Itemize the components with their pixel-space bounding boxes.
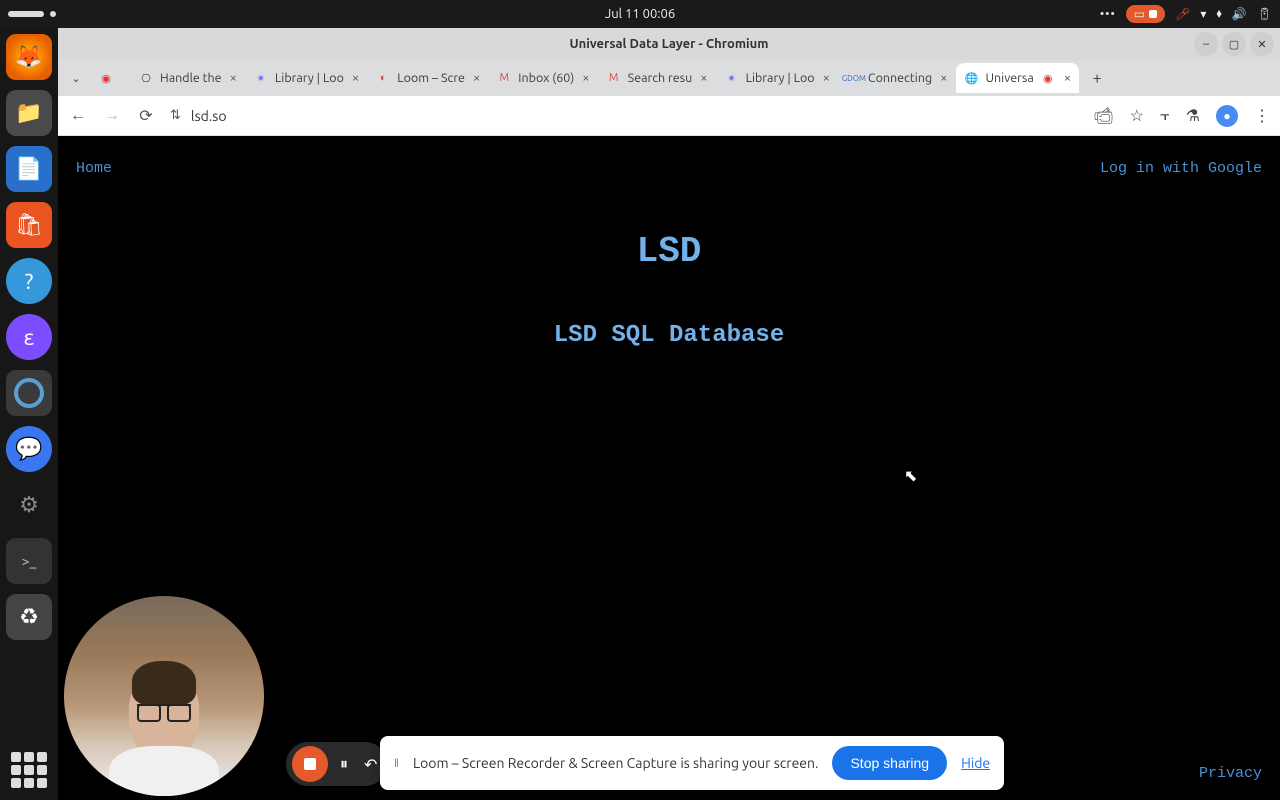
maximize-button[interactable]: ▢ xyxy=(1222,32,1246,56)
stop-icon xyxy=(1149,10,1157,18)
extensions-icon[interactable]: ⫟ xyxy=(1160,106,1170,125)
screen-record-indicator[interactable]: ▭ xyxy=(1126,5,1165,23)
tab-8[interactable]: 🌐 Universa ◉ × xyxy=(956,63,1080,93)
github-icon: ⎔ xyxy=(138,70,154,86)
dock-terminal[interactable]: >_ xyxy=(6,538,52,584)
record-icon: ◉ xyxy=(1040,70,1056,86)
more-icon[interactable]: ••• xyxy=(1100,8,1116,21)
close-icon[interactable]: × xyxy=(1064,71,1071,85)
globe-icon: 🌐 xyxy=(964,70,980,86)
tab-5[interactable]: M Search resu × xyxy=(598,63,716,93)
close-button[interactable]: ✕ xyxy=(1250,32,1274,56)
dock-writer[interactable]: 📄 xyxy=(6,146,52,192)
url-text: lsd.so xyxy=(191,108,227,124)
loom-stop-button[interactable] xyxy=(292,746,328,782)
loom-icon: ✴ xyxy=(253,70,269,86)
mouse-cursor: ⬉ xyxy=(904,466,917,485)
bookmark-icon[interactable]: ☆ xyxy=(1130,106,1144,125)
wifi-icon[interactable]: ▾ xyxy=(1200,7,1206,21)
login-link[interactable]: Log in with Google xyxy=(1100,160,1262,177)
gmail-icon: M xyxy=(606,70,622,86)
loom-icon: ✴ xyxy=(724,70,740,86)
close-icon[interactable]: × xyxy=(582,71,589,85)
tab-6[interactable]: ✴ Library | Loo × xyxy=(716,63,838,93)
loom-control-bar: ⏸ ↶ xyxy=(286,742,387,786)
new-tab-button[interactable]: + xyxy=(1083,64,1111,92)
privacy-link[interactable]: Privacy xyxy=(1199,765,1262,782)
minimize-button[interactable]: – xyxy=(1194,32,1218,56)
tab-1[interactable]: ⎔ Handle the × xyxy=(130,63,245,93)
system-tray: ••• ▭ 🎤︎ ▾ ⬧ 🔊 🔋︎ xyxy=(1100,5,1272,23)
tab-7[interactable]: GDOM Connecting × xyxy=(838,63,956,93)
tab-2[interactable]: ✴ Library | Loo × xyxy=(245,63,367,93)
close-icon[interactable]: × xyxy=(700,71,707,85)
stop-sharing-button[interactable]: Stop sharing xyxy=(832,746,947,780)
dock-software[interactable]: 🛍 xyxy=(6,202,52,248)
loom-pause-button[interactable]: ⏸ xyxy=(336,755,352,774)
activities-dot xyxy=(50,11,56,17)
window-title: Universal Data Layer - Chromium xyxy=(570,37,769,51)
close-icon[interactable]: × xyxy=(230,71,237,85)
loom-webcam-bubble[interactable] xyxy=(64,596,264,796)
dock-files[interactable]: 📁 xyxy=(6,90,52,136)
close-icon[interactable]: × xyxy=(940,71,947,85)
activities-pill[interactable] xyxy=(8,11,44,17)
home-link[interactable]: Home xyxy=(76,160,112,177)
tab-search-dropdown[interactable]: ⌄ xyxy=(62,72,90,85)
address-bar[interactable]: ⇅ lsd.so xyxy=(170,108,1079,124)
screen-share-bar: ‖ Loom – Screen Recorder & Screen Captur… xyxy=(380,736,1004,790)
labs-icon[interactable]: ⚗ xyxy=(1186,106,1200,125)
dock-help[interactable]: ? xyxy=(6,258,52,304)
tab-strip: ⌄ ◉ ⎔ Handle the × ✴ Library | Loo × ◐ L… xyxy=(58,60,1280,96)
profile-avatar[interactable]: ● xyxy=(1216,105,1238,127)
dock-apps-grid[interactable] xyxy=(11,752,47,788)
dock: 🦊 📁 📄 🛍 ? ε 💬 ⚙ >_ ♻ xyxy=(0,28,58,800)
microphone-icon[interactable]: 🎤︎ xyxy=(1175,7,1190,21)
gmail-icon: M xyxy=(496,70,512,86)
back-button[interactable]: ← xyxy=(68,106,88,125)
pause-icon: ‖ xyxy=(394,756,399,770)
tab-0[interactable]: ◉ xyxy=(90,63,130,93)
camera-icon[interactable]: 📹︎ xyxy=(1093,106,1113,125)
loom-icon: ◐ xyxy=(375,70,391,86)
bluetooth-icon[interactable]: ⬧ xyxy=(1216,7,1221,21)
tab-3[interactable]: ◐ Loom – Scre × xyxy=(367,63,488,93)
tab-4[interactable]: M Inbox (60) × xyxy=(488,63,597,93)
battery-icon[interactable]: 🔋︎ xyxy=(1257,7,1272,21)
menu-icon[interactable]: ⋮ xyxy=(1254,106,1270,125)
reload-button[interactable]: ⟳ xyxy=(136,106,156,125)
window-titlebar: Universal Data Layer - Chromium – ▢ ✕ xyxy=(58,28,1280,60)
page-subtitle: LSD SQL Database xyxy=(58,322,1280,349)
gnome-top-bar: Jul 11 00:06 ••• ▭ 🎤︎ ▾ ⬧ 🔊 🔋︎ xyxy=(0,0,1280,28)
site-settings-icon[interactable]: ⇅ xyxy=(170,108,181,123)
dock-emacs[interactable]: ε xyxy=(6,314,52,360)
dock-chromium[interactable] xyxy=(6,370,52,416)
loom-restart-button[interactable]: ↶ xyxy=(360,755,381,774)
dock-firefox[interactable]: 🦊 xyxy=(6,34,52,80)
screen-icon: ▭ xyxy=(1134,7,1145,21)
dock-signal[interactable]: 💬 xyxy=(6,426,52,472)
dock-trash[interactable]: ♻ xyxy=(6,594,52,640)
clock[interactable]: Jul 11 00:06 xyxy=(605,7,675,21)
dock-settings[interactable]: ⚙ xyxy=(6,482,52,528)
close-icon[interactable]: × xyxy=(823,71,830,85)
hide-link[interactable]: Hide xyxy=(961,755,990,771)
record-icon: ◉ xyxy=(98,70,114,86)
forward-button[interactable]: → xyxy=(102,106,122,125)
page-title: LSD xyxy=(58,231,1280,272)
browser-toolbar: ← → ⟳ ⇅ lsd.so 📹︎ ☆ ⫟ ⚗ ● ⋮ xyxy=(58,96,1280,136)
volume-icon[interactable]: 🔊 xyxy=(1232,7,1247,21)
share-text: Loom – Screen Recorder & Screen Capture … xyxy=(413,755,819,771)
close-icon[interactable]: × xyxy=(352,71,359,85)
gdom-icon: GDOM xyxy=(846,70,862,86)
close-icon[interactable]: × xyxy=(473,71,480,85)
